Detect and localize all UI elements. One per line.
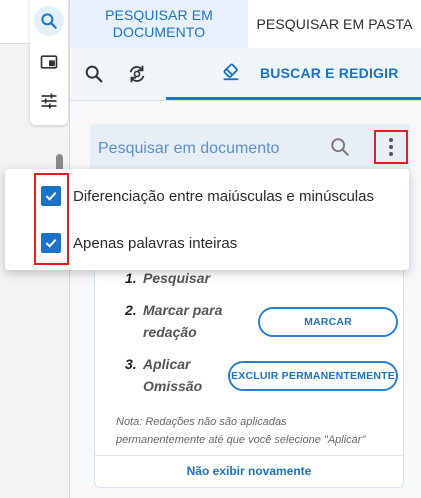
checkbox-highlight-box — [34, 173, 69, 265]
guide-step-2: 2. Marcar para redação — [125, 299, 222, 343]
guide-step-3: 3. Aplicar Omissão — [125, 353, 202, 397]
more-vert-icon — [389, 138, 393, 156]
note-line-1: Nota: Redações não são aplicadas — [116, 416, 287, 428]
eraser-icon — [223, 63, 239, 81]
search-mode-button[interactable] — [82, 62, 106, 86]
search-submit-icon[interactable] — [329, 136, 351, 158]
step-number: 2. — [125, 302, 137, 318]
mark-button[interactable]: MARCAR — [258, 307, 398, 337]
left-toolbar — [30, 0, 68, 125]
step-number: 3. — [125, 356, 137, 372]
search-tool-button[interactable] — [34, 6, 64, 36]
panel-icon — [40, 55, 58, 69]
sliders-icon — [41, 93, 57, 109]
search-icon — [41, 13, 57, 29]
step-text: Pesquisar — [143, 270, 210, 286]
tab-search-folder[interactable]: PESQUISAR EM PASTA — [248, 0, 421, 48]
tab-search-folder-label: PESQUISAR EM PASTA — [256, 15, 413, 32]
match-case-label: Diferenciação entre maiúsculas e minúscu… — [73, 187, 374, 205]
guide-step-1: 1. Pesquisar — [125, 267, 210, 289]
search-options-menu: Diferenciação entre maiúsculas e minúscu… — [5, 169, 409, 270]
document-search-field[interactable]: Pesquisar em documento — [90, 124, 410, 170]
mark-button-label: MARCAR — [304, 316, 352, 328]
step-text: Aplicar — [143, 356, 191, 372]
tab-search-document-label: PESQUISAR EM DOCUMENTO — [105, 7, 213, 40]
step-text-line2: Omissão — [143, 378, 203, 394]
subtoolbar-divider — [70, 100, 421, 101]
step-text: Marcar para — [143, 302, 223, 318]
step-number: 1. — [125, 270, 137, 286]
sub-toolbar: BUSCAR E REDIGIR — [70, 48, 421, 100]
note-line-2: permanentemente até que você selecione "… — [116, 434, 366, 446]
search-replace-button[interactable] — [125, 62, 149, 86]
redact-tab-label: BUSCAR E REDIGIR — [260, 65, 399, 81]
tab-search-document[interactable]: PESQUISAR EM DOCUMENTO — [70, 0, 248, 48]
redaction-note: Nota: Redações não são aplicadas permane… — [116, 413, 396, 449]
settings-tool-button[interactable] — [34, 86, 64, 116]
dont-show-again-link[interactable]: Não exibir novamente — [95, 464, 403, 478]
tab-search-redact[interactable]: BUSCAR E REDIGIR — [166, 48, 421, 100]
more-options-button[interactable] — [374, 130, 408, 164]
redaction-guide-card: 1. Pesquisar 2. Marcar para redação MARCAR… — [94, 258, 404, 488]
search-input[interactable]: Pesquisar em documento — [98, 140, 279, 158]
delete-permanently-button[interactable]: EXCLUIR PERMANENTEMENTE — [228, 361, 398, 391]
delete-button-label: EXCLUIR PERMANENTEMENTE — [231, 370, 395, 382]
top-strip — [0, 0, 30, 44]
search-refresh-icon — [129, 65, 145, 83]
panel-tool-button[interactable] — [34, 47, 64, 77]
step-text-line2: redação — [143, 324, 197, 340]
whole-words-label: Apenas palavras inteiras — [73, 234, 238, 252]
search-icon — [85, 65, 103, 83]
panel-tabs: PESQUISAR EM DOCUMENTO PESQUISAR EM PAST… — [70, 0, 421, 48]
card-divider — [95, 455, 403, 456]
